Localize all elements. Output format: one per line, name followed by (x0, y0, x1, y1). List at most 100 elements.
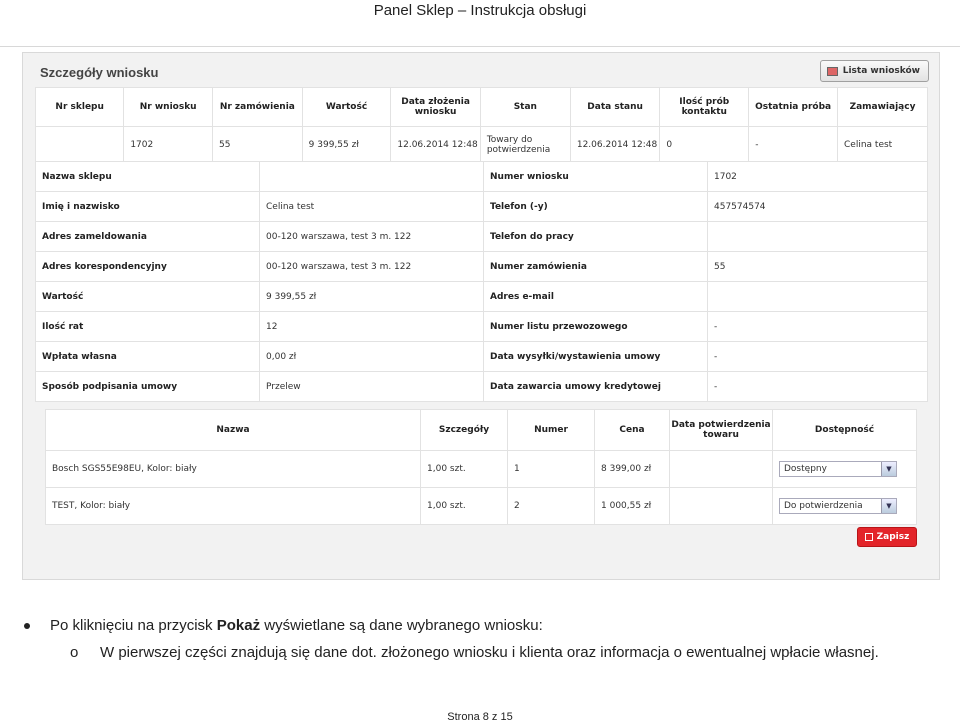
product-confirm-date (669, 487, 773, 525)
availability-select[interactable]: Dostępny ▼ (779, 461, 897, 477)
detail-label: Adres zameldowania (35, 221, 260, 252)
detail-value (707, 281, 928, 312)
details-row: Ilość rat 12 Numer listu przewozowego - (35, 311, 928, 342)
bullet-text-bold: Pokaż (216, 617, 261, 634)
summary-cell: Towary do potwierdzenia (479, 126, 571, 164)
col-header: Zamawiający (837, 87, 928, 127)
detail-value: - (707, 341, 928, 372)
details-table: Nazwa sklepu Numer wniosku 1702 Imię i n… (35, 161, 928, 402)
sub-bullet-text: W pierwszej części znajdują się dane dot… (100, 644, 879, 661)
detail-value: - (707, 311, 928, 342)
product-qty: 1,00 szt. (420, 487, 508, 525)
detail-value: - (707, 371, 928, 402)
summary-data-row: 1702 55 9 399,55 zł 12.06.2014 12:48 Tow… (34, 126, 928, 164)
availability-select[interactable]: Do potwierdzenia ▼ (779, 498, 897, 514)
summary-cell: 0 (659, 126, 750, 164)
summary-cell: - (748, 126, 839, 164)
document-header: Panel Sklep – Instrukcja obsługi (373, 2, 587, 19)
col-header: Ostatnia próba (748, 87, 839, 127)
product-name: Bosch SGS55E98EU, Kolor: biały (45, 450, 421, 488)
list-applications-label: Lista wniosków (842, 66, 920, 76)
detail-value (259, 161, 484, 192)
availability-cell: Do potwierdzenia ▼ (772, 487, 917, 525)
detail-label: Ilość rat (35, 311, 260, 342)
col-header: Numer (507, 409, 595, 451)
detail-label: Imię i nazwisko (35, 191, 260, 222)
panel-title: Szczegóły wniosku (40, 65, 159, 80)
col-header: Wartość (301, 87, 392, 127)
details-row: Wpłata własna 0,00 zł Data wysyłki/wysta… (35, 341, 928, 372)
col-header: Ilość prób kontaktu (659, 87, 750, 127)
chevron-down-icon[interactable]: ▼ (881, 499, 896, 513)
product-row: Bosch SGS55E98EU, Kolor: biały 1,00 szt.… (45, 450, 917, 488)
availability-cell: Dostępny ▼ (772, 450, 917, 488)
detail-value: 0,00 zł (259, 341, 484, 372)
detail-label: Telefon (-y) (483, 191, 708, 222)
list-applications-button[interactable]: Lista wniosków (819, 60, 929, 82)
detail-value: 1702 (707, 161, 928, 192)
screenshot-frame: Szczegóły wniosku Lista wniosków Nr skle… (0, 52, 940, 580)
detail-label: Telefon do pracy (483, 221, 708, 252)
detail-label: Numer wniosku (483, 161, 708, 192)
detail-value (707, 221, 928, 252)
page-footer: Strona 8 z 15 (447, 711, 513, 723)
detail-label: Data wysyłki/wystawienia umowy (483, 341, 708, 372)
bullet-text-part: Po kliknięciu na przycisk (50, 617, 217, 634)
product-confirm-date (669, 450, 773, 488)
detail-value: 457574574 (707, 191, 928, 222)
col-header: Nr sklepu (34, 87, 125, 127)
bullet-text-part: wyświetlane są dane wybranego wniosku: (260, 617, 543, 634)
detail-value: Celina test (259, 191, 484, 222)
product-number: 2 (507, 487, 595, 525)
detail-value: 9 399,55 zł (259, 281, 484, 312)
summary-cell: 12.06.2014 12:48 (569, 126, 661, 164)
header-divider (0, 46, 960, 47)
col-header: Stan (479, 87, 571, 127)
detail-label: Nazwa sklepu (35, 161, 260, 192)
save-label: Zapisz (876, 532, 910, 542)
chevron-down-icon[interactable]: ▼ (881, 462, 896, 476)
col-header: Cena (594, 409, 670, 451)
bullet-text: Po kliknięciu na przycisk Pokaż wyświetl… (50, 617, 543, 634)
summary-cell (34, 126, 125, 164)
sub-bullet-marker: o (70, 644, 79, 661)
col-header: Nr wniosku (123, 87, 214, 127)
detail-label: Numer listu przewozowego (483, 311, 708, 342)
products-table: Nazwa Szczegóły Numer Cena Data potwierd… (45, 409, 917, 525)
detail-value: 55 (707, 251, 928, 282)
col-header: Data złożenia wniosku (390, 87, 481, 127)
summary-cell: 9 399,55 zł (301, 126, 392, 164)
details-row: Adres korespondencyjny 00-120 warszawa, … (35, 251, 928, 282)
col-header: Nazwa (45, 409, 421, 451)
save-icon (864, 533, 873, 541)
save-button[interactable]: Zapisz (857, 527, 917, 547)
product-price: 1 000,55 zł (594, 487, 670, 525)
product-number: 1 (507, 450, 595, 488)
col-header: Dostępność (772, 409, 917, 451)
details-row: Adres zameldowania 00-120 warszawa, test… (35, 221, 928, 252)
availability-value: Dostępny (784, 464, 827, 474)
product-price: 8 399,00 zł (594, 450, 670, 488)
summary-cell: 55 (212, 126, 303, 164)
summary-cell: 12.06.2014 12:48 (390, 126, 481, 164)
product-qty: 1,00 szt. (420, 450, 508, 488)
col-header: Szczegóły (420, 409, 508, 451)
summary-cell: Celina test (837, 126, 928, 164)
details-row: Imię i nazwisko Celina test Telefon (-y)… (35, 191, 928, 222)
detail-label: Adres korespondencyjny (35, 251, 260, 282)
bullet-dot (24, 623, 30, 629)
details-row: Sposób podpisania umowy Przelew Data zaw… (35, 371, 928, 402)
col-header: Nr zamówienia (212, 87, 303, 127)
detail-label: Data zawarcia umowy kredytowej (483, 371, 708, 402)
col-header: Data potwierdzenia towaru (669, 409, 773, 451)
summary-header-row: Nr sklepu Nr wniosku Nr zamówienia Warto… (34, 87, 928, 127)
summary-cell: 1702 (123, 126, 214, 164)
list-icon (826, 66, 838, 76)
detail-label: Wartość (35, 281, 260, 312)
detail-value: 00-120 warszawa, test 3 m. 122 (259, 251, 484, 282)
detail-label: Wpłata własna (35, 341, 260, 372)
detail-label: Numer zamówienia (483, 251, 708, 282)
details-row: Nazwa sklepu Numer wniosku 1702 (35, 161, 928, 192)
availability-value: Do potwierdzenia (784, 501, 863, 511)
detail-value: 12 (259, 311, 484, 342)
